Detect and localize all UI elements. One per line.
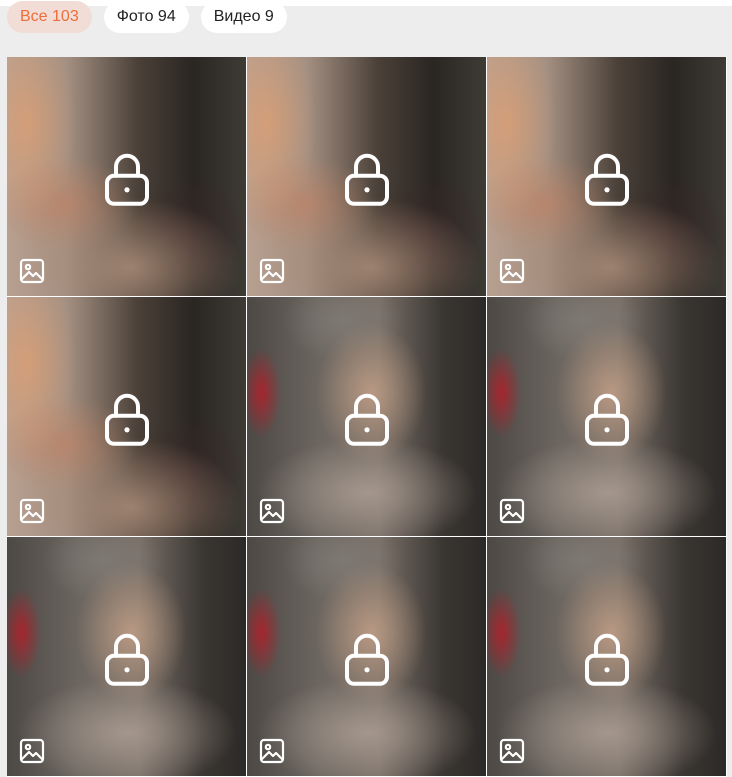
image-icon <box>19 738 45 764</box>
media-tile[interactable] <box>247 537 486 776</box>
media-tile[interactable] <box>7 537 246 776</box>
tab-all[interactable]: Все 103 <box>7 1 92 33</box>
media-tile[interactable] <box>487 537 726 776</box>
lock-icon <box>344 393 389 446</box>
lock-icon <box>344 153 389 206</box>
lock-icon <box>344 633 389 686</box>
media-tile[interactable] <box>487 57 726 296</box>
lock-icon <box>104 153 149 206</box>
media-tile[interactable] <box>247 297 486 536</box>
media-tile[interactable] <box>7 57 246 296</box>
tab-photos[interactable]: Фото 94 <box>103 1 189 33</box>
lock-icon <box>104 393 149 446</box>
tab-videos[interactable]: Видео 9 <box>200 1 287 33</box>
image-icon <box>259 498 285 524</box>
media-grid <box>7 57 727 777</box>
image-icon <box>499 258 525 284</box>
gallery-panel: Все 103 Фото 94 Видео 9 <box>0 1 732 777</box>
lock-icon <box>584 153 629 206</box>
lock-icon <box>584 633 629 686</box>
image-icon <box>499 738 525 764</box>
lock-icon <box>584 393 629 446</box>
image-icon <box>19 498 45 524</box>
media-tile[interactable] <box>247 57 486 296</box>
lock-icon <box>104 633 149 686</box>
media-gallery-page: Все 103 Фото 94 Видео 9 <box>0 0 732 777</box>
image-icon <box>499 498 525 524</box>
media-tile[interactable] <box>7 297 246 536</box>
image-icon <box>259 258 285 284</box>
media-tile[interactable] <box>487 297 726 536</box>
media-filter-tabs: Все 103 Фото 94 Видео 9 <box>7 1 287 33</box>
image-icon <box>259 738 285 764</box>
image-icon <box>19 258 45 284</box>
